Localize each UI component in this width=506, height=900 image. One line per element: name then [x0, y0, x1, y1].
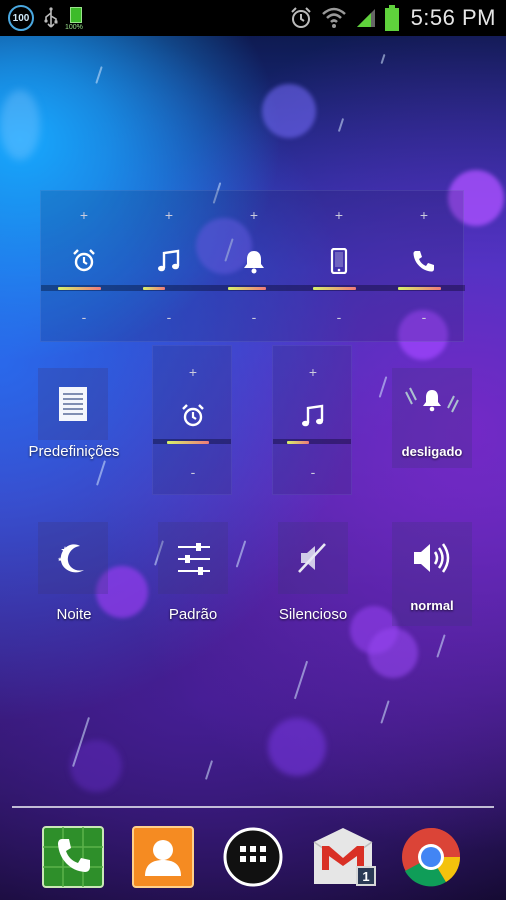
mini-alarm-volume-down-button[interactable]: -	[153, 464, 233, 480]
night-profile-button[interactable]	[38, 522, 108, 594]
mini-music-volume-down-button[interactable]: -	[273, 464, 353, 480]
rain-streak	[96, 460, 106, 486]
normal-profile-label: normal	[410, 598, 454, 613]
music-note-icon[interactable]	[300, 403, 326, 429]
bokeh-light	[0, 90, 40, 160]
status-bar: 100 100% 5:56 PM	[0, 0, 506, 36]
signal-strength-icon	[356, 9, 375, 27]
contacts-app-icon[interactable]	[132, 826, 194, 888]
speaker-volume-icon	[414, 543, 450, 573]
rain-streak	[293, 660, 309, 700]
music-volume-down-button[interactable]: -	[129, 309, 209, 325]
rain-streak	[436, 634, 446, 658]
system-volume-up-button[interactable]: +	[299, 207, 379, 223]
rain-streak	[380, 700, 390, 724]
alarm-clock-icon[interactable]	[71, 248, 97, 274]
alarm-volume-column: + -	[44, 191, 124, 343]
rain-streak	[380, 53, 386, 65]
default-profile-button[interactable]	[158, 522, 228, 594]
call-handset-icon[interactable]	[411, 248, 437, 274]
presets-label: Predefinições	[28, 443, 120, 460]
battery-icon	[384, 5, 399, 31]
presets-button[interactable]	[38, 368, 108, 440]
music-volume-mini-widget: + -	[272, 345, 352, 495]
rain-streak	[235, 540, 247, 568]
usb-icon	[44, 7, 58, 28]
mini-music-volume-level[interactable]	[287, 441, 309, 444]
music-volume-up-button[interactable]: +	[129, 207, 209, 223]
default-profile-label: Padrão	[168, 606, 218, 623]
document-list-icon	[59, 387, 87, 421]
music-volume-column: + -	[129, 191, 209, 343]
alarm-volume-down-button[interactable]: -	[44, 309, 124, 325]
ringer-volume-level[interactable]	[228, 287, 266, 290]
bokeh-light	[262, 84, 316, 138]
battery-full-icon: 100%	[65, 5, 84, 31]
ringer-toggle-button[interactable]: desligado	[392, 368, 472, 468]
mini-alarm-volume-up-button[interactable]: +	[153, 364, 233, 380]
bokeh-light	[368, 628, 418, 678]
call-volume-up-button[interactable]: +	[384, 207, 464, 223]
alarm-volume-mini-widget: + -	[152, 345, 232, 495]
phone-device-icon[interactable]	[326, 248, 352, 274]
rain-streak	[95, 66, 103, 84]
night-profile-label: Noite	[56, 606, 92, 623]
music-volume-level[interactable]	[143, 287, 165, 290]
gmail-app-icon[interactable]: 1	[312, 826, 378, 888]
clock-time: 5:56 PM	[410, 5, 496, 30]
rain-streak	[378, 376, 388, 398]
system-volume-level[interactable]	[313, 287, 356, 290]
call-volume-column: + -	[384, 191, 464, 343]
alarm-status-icon	[290, 7, 311, 28]
moon-stars-icon	[57, 544, 84, 573]
mini-alarm-volume-level[interactable]	[167, 441, 209, 444]
mini-music-track	[273, 439, 351, 444]
ringer-volume-up-button[interactable]: +	[214, 207, 294, 223]
equalizer-sliders-icon	[178, 543, 210, 575]
rain-streak	[337, 118, 345, 132]
bokeh-light	[268, 718, 326, 776]
music-note-icon[interactable]	[156, 248, 182, 274]
dock-divider	[12, 806, 494, 808]
wifi-icon	[321, 7, 346, 28]
silent-profile-label: Silencioso	[278, 606, 348, 623]
alarm-volume-level[interactable]	[58, 287, 101, 290]
silent-profile-button[interactable]	[278, 522, 348, 594]
rain-streak	[204, 760, 214, 780]
bell-vibrate-icon	[405, 387, 459, 413]
ringer-volume-down-button[interactable]: -	[214, 309, 294, 325]
ringer-status-label: desligado	[401, 444, 463, 459]
notification-count-icon: 100	[8, 5, 34, 31]
phone-app-icon[interactable]	[42, 826, 104, 888]
alarm-clock-icon[interactable]	[180, 403, 206, 429]
volume-control-widget: + - + - + - + - + -	[40, 190, 465, 343]
alarm-volume-up-button[interactable]: +	[44, 207, 124, 223]
system-volume-down-button[interactable]: -	[299, 309, 379, 325]
bell-icon[interactable]	[241, 248, 267, 274]
normal-profile-button[interactable]: normal	[392, 522, 472, 626]
mini-music-volume-up-button[interactable]: +	[273, 364, 353, 380]
chrome-browser-icon[interactable]	[400, 826, 462, 888]
call-volume-down-button[interactable]: -	[384, 309, 464, 325]
system-volume-column: + -	[299, 191, 379, 343]
app-drawer-icon[interactable]	[222, 826, 284, 888]
unread-count-badge: 1	[356, 866, 376, 886]
speaker-muted-icon	[298, 543, 326, 573]
call-volume-level[interactable]	[398, 287, 441, 290]
ringer-volume-column: + -	[214, 191, 294, 343]
